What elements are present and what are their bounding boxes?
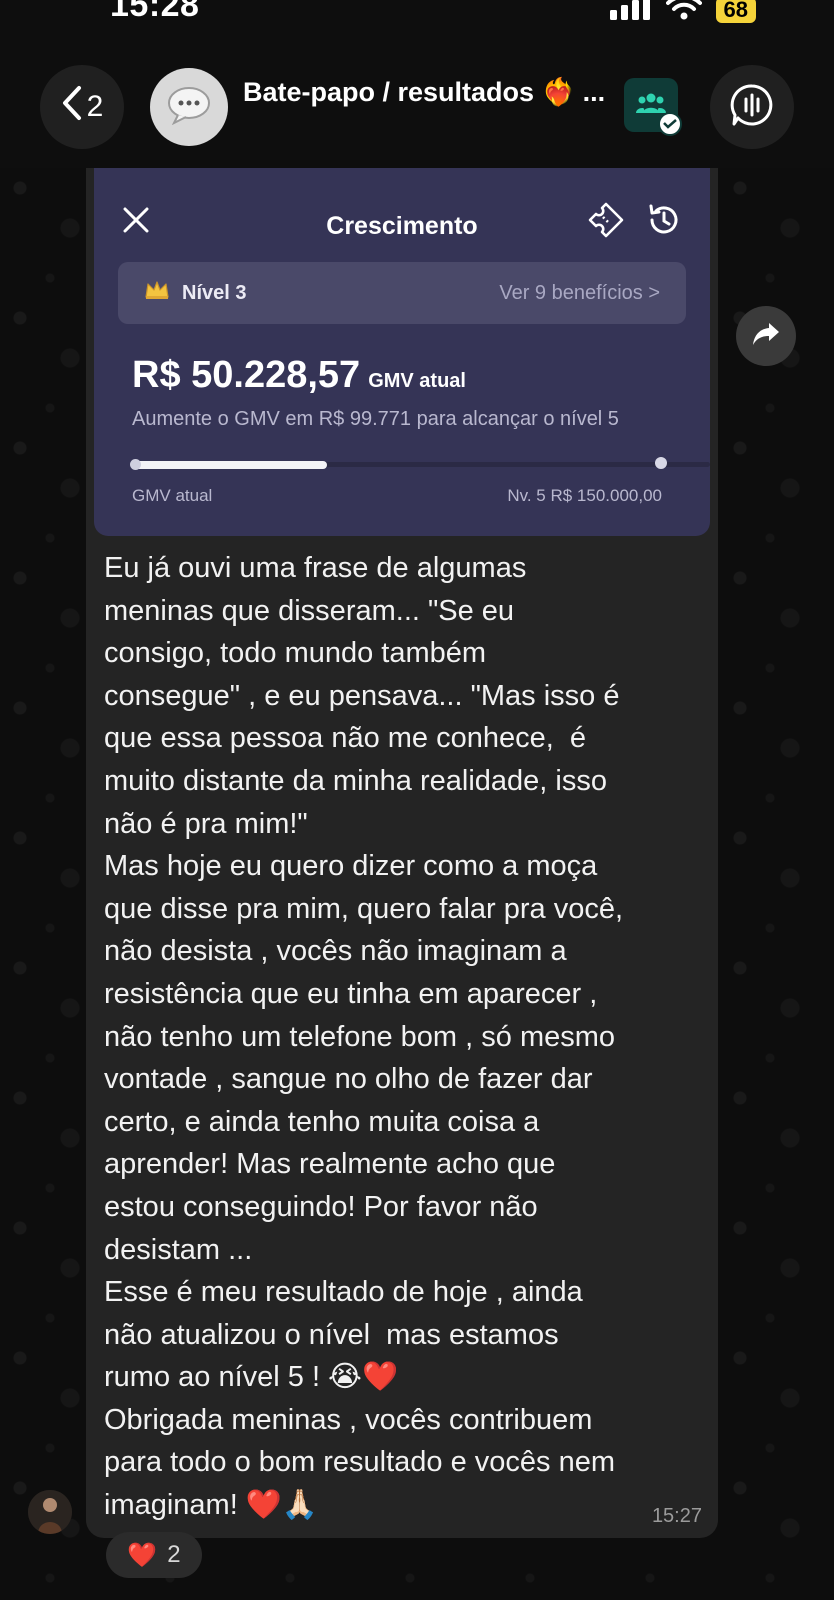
progress-track [134, 461, 710, 469]
progress-fill [134, 461, 327, 469]
back-unread-count: 2 [86, 90, 104, 123]
gmv-value: R$ 50.228,57 [132, 354, 361, 396]
group-avatar[interactable] [150, 68, 228, 146]
reaction-pill[interactable]: ❤️ 2 [106, 1532, 202, 1578]
gmv-hint: Aumente o GMV em R$ 99.771 para alcançar… [132, 408, 619, 430]
chat-title[interactable]: Bate-papo / resultados ❤️‍🔥 ... [243, 76, 605, 108]
battery-indicator: 68 [715, 0, 756, 23]
voice-chat-button[interactable] [710, 65, 794, 149]
chat-bubble-icon [166, 85, 212, 130]
sender-avatar[interactable] [28, 1490, 72, 1534]
crown-icon [144, 280, 170, 306]
growth-header: Crescimento [94, 202, 710, 252]
level-label: Nível 3 [182, 281, 247, 304]
back-button[interactable]: 2 [40, 65, 124, 149]
forward-arrow-icon [751, 321, 781, 352]
community-button[interactable] [624, 78, 682, 136]
benefits-link[interactable]: Ver 9 benefícios > [499, 282, 660, 305]
level-row[interactable]: Nível 3 Ver 9 benefícios > [118, 262, 686, 324]
gmv-summary: R$ 50.228,57 GMV atual [132, 354, 466, 397]
chevron-left-icon [61, 85, 83, 129]
ticket-icon [588, 202, 624, 243]
heart-reaction-icon: ❤️ [127, 1541, 158, 1569]
level-info: Nível 3 [144, 280, 246, 306]
check-icon [658, 112, 682, 136]
top-bar: 15:28 68 2 [0, 0, 834, 168]
progress-end-dot [655, 457, 667, 469]
history-icon [646, 202, 682, 243]
message-text: Eu já ouvi uma frase de algumas meninas … [104, 552, 624, 1522]
wifi-icon [665, 0, 702, 25]
progress-start-label: GMV atual [132, 486, 213, 505]
growth-header-icons [588, 202, 682, 243]
message-bubble[interactable]: Crescimento Nível 3 Ver 9 benefícios > R… [86, 168, 718, 1538]
status-time: 15:28 [110, 0, 200, 24]
forward-button[interactable] [736, 306, 796, 366]
status-icons: 68 [609, 0, 756, 25]
message-timestamp: 15:27 [651, 1505, 702, 1527]
gmv-label: GMV atual [368, 370, 466, 392]
progress-start-dot [130, 459, 141, 470]
attached-screenshot[interactable]: Crescimento Nível 3 Ver 9 benefícios > R… [94, 168, 710, 536]
cellular-signal-icon [609, 0, 652, 25]
audio-wave-icon [730, 83, 774, 132]
reaction-count: 2 [167, 1541, 181, 1568]
progress-labels: GMV atual Nv. 5 R$ 150.000,00 [132, 486, 662, 506]
progress-end-label: Nv. 5 R$ 150.000,00 [507, 486, 662, 505]
